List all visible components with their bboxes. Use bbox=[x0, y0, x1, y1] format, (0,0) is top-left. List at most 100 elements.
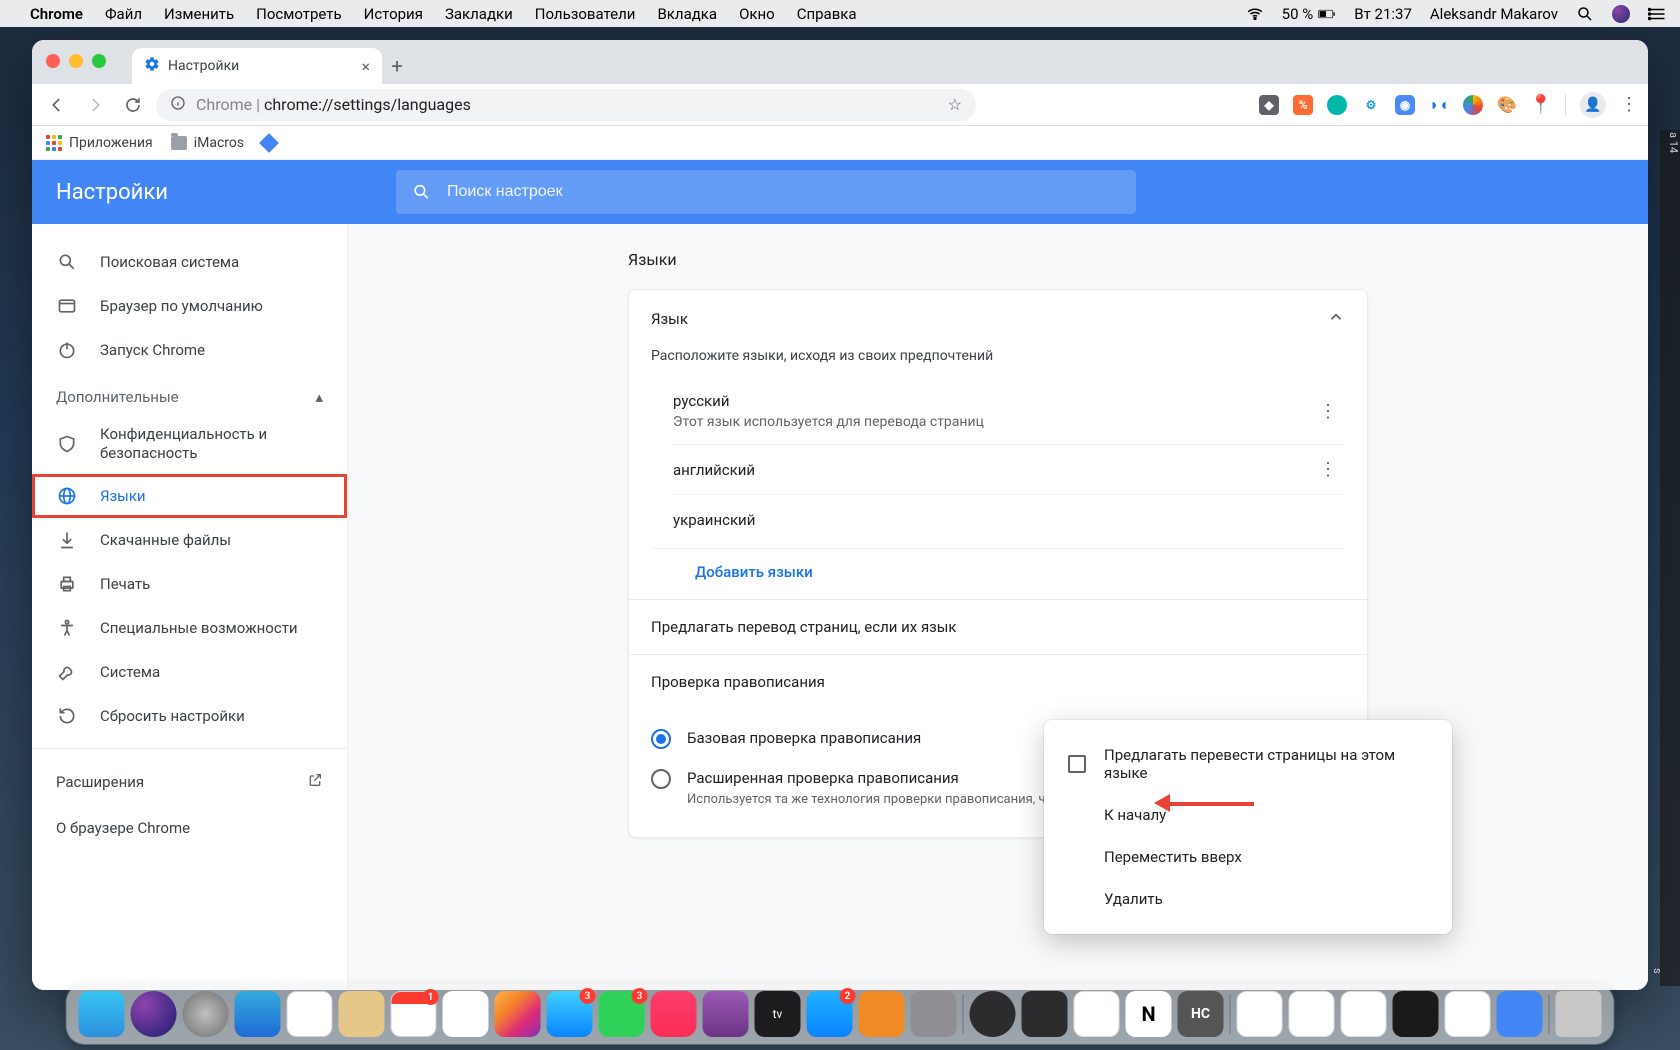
ext-orange-icon[interactable]: % bbox=[1293, 95, 1313, 115]
nav-printing[interactable]: Печать bbox=[32, 562, 347, 606]
nav-forward-button[interactable] bbox=[80, 90, 110, 120]
dock-minimized-4[interactable] bbox=[1393, 991, 1439, 1037]
add-language-button[interactable]: Добавить языки bbox=[651, 548, 1345, 599]
popup-move-up[interactable]: Переместить вверх bbox=[1044, 836, 1452, 878]
menubar-file[interactable]: Файл bbox=[105, 5, 142, 23]
dock-notion[interactable]: N bbox=[1126, 991, 1172, 1037]
nav-extensions[interactable]: Расширения bbox=[32, 759, 347, 805]
lang-name: украинский bbox=[673, 511, 755, 529]
nav-privacy[interactable]: Конфиденциальность и безопасность bbox=[32, 414, 347, 474]
spotlight-icon[interactable] bbox=[1576, 5, 1594, 23]
dock-hc[interactable]: HC bbox=[1178, 991, 1224, 1037]
translate-toggle-row[interactable]: Предлагать перевод страниц, если их язык bbox=[629, 599, 1367, 654]
bookmark-star-icon[interactable]: ☆ bbox=[948, 95, 962, 114]
radio-checked-icon[interactable] bbox=[651, 729, 671, 749]
dock-safari[interactable] bbox=[235, 991, 281, 1037]
menubar-tab[interactable]: Вкладка bbox=[657, 5, 717, 23]
ext-gear-icon[interactable]: ⚙ bbox=[1361, 95, 1381, 115]
apps-shortcut[interactable]: Приложения bbox=[46, 135, 153, 151]
wifi-icon[interactable] bbox=[1246, 5, 1264, 23]
nav-search-engine[interactable]: Поисковая система bbox=[32, 240, 347, 284]
radio-unchecked-icon[interactable] bbox=[651, 769, 671, 789]
site-info-icon[interactable] bbox=[170, 95, 186, 115]
dock-tv[interactable]: tv bbox=[755, 991, 801, 1037]
chrome-menu-button[interactable]: ⋮ bbox=[1620, 94, 1638, 115]
window-maximize-button[interactable] bbox=[92, 54, 106, 68]
ext-blue-icon[interactable]: ◉ bbox=[1395, 95, 1415, 115]
ext-bracket-icon[interactable]: ◗◖ bbox=[1429, 95, 1449, 115]
menubar-edit[interactable]: Изменить bbox=[164, 5, 234, 23]
dock-minimized-2[interactable] bbox=[1289, 991, 1335, 1037]
ext-pin-icon[interactable]: 📍 bbox=[1531, 95, 1551, 115]
language-more-button[interactable]: ⋮ bbox=[1311, 459, 1345, 480]
annotation-arrow bbox=[1154, 794, 1254, 812]
tab-close-button[interactable]: × bbox=[361, 57, 370, 76]
dock-minimized-5[interactable] bbox=[1445, 991, 1491, 1037]
menubar-help[interactable]: Справка bbox=[797, 5, 857, 23]
dock-chrome[interactable] bbox=[1074, 991, 1120, 1037]
nav-on-startup[interactable]: Запуск Chrome bbox=[32, 328, 347, 372]
language-more-button[interactable]: ⋮ bbox=[1311, 401, 1345, 422]
active-tab[interactable]: Настройки × bbox=[132, 48, 382, 84]
dock-minimized-6[interactable] bbox=[1497, 991, 1543, 1037]
menubar-users[interactable]: Пользователи bbox=[535, 5, 636, 23]
menubar-app[interactable]: Chrome bbox=[30, 5, 83, 23]
ext-teal-icon[interactable] bbox=[1327, 95, 1347, 115]
dock-books[interactable] bbox=[859, 991, 905, 1037]
menubar-bookmarks[interactable]: Закладки bbox=[445, 5, 513, 23]
ext-colorwheel-icon[interactable] bbox=[1463, 95, 1483, 115]
nav-about[interactable]: О браузере Chrome bbox=[32, 805, 347, 851]
dock-settings[interactable] bbox=[911, 991, 957, 1037]
nav-back-button[interactable] bbox=[42, 90, 72, 120]
dock-calendar[interactable]: 1 bbox=[391, 991, 437, 1037]
bookmark-imacros[interactable]: iMacros bbox=[171, 135, 244, 151]
nav-reset[interactable]: Сбросить настройки bbox=[32, 694, 347, 738]
dock-textedit[interactable] bbox=[287, 991, 333, 1037]
dock-mail[interactable]: 3 bbox=[547, 991, 593, 1037]
battery-status[interactable]: 50 % bbox=[1282, 5, 1337, 23]
nav-default-browser[interactable]: Браузер по умолчанию bbox=[32, 284, 347, 328]
dock-reminders[interactable] bbox=[443, 991, 489, 1037]
omnibox[interactable]: Chrome | chrome://settings/languages ☆ bbox=[156, 89, 976, 121]
bookmark-diamond[interactable] bbox=[262, 136, 276, 150]
nav-accessibility[interactable]: Специальные возможности bbox=[32, 606, 347, 650]
new-tab-button[interactable]: + bbox=[382, 54, 412, 84]
nav-downloads[interactable]: Скачанные файлы bbox=[32, 518, 347, 562]
popup-offer-translate[interactable]: Предлагать перевести страницы на этом яз… bbox=[1044, 734, 1452, 794]
dock-music[interactable] bbox=[651, 991, 697, 1037]
dock-minimized-1[interactable] bbox=[1237, 991, 1283, 1037]
nav-languages[interactable]: Языки bbox=[32, 474, 347, 518]
dock-finder[interactable] bbox=[79, 991, 125, 1037]
ext-stack-icon[interactable]: ◆ bbox=[1259, 95, 1279, 115]
dock-appstore[interactable]: 2 bbox=[807, 991, 853, 1037]
window-minimize-button[interactable] bbox=[69, 54, 83, 68]
language-card-header[interactable]: Язык bbox=[629, 290, 1367, 348]
menubar-window[interactable]: Окно bbox=[739, 5, 775, 23]
dock-contacts[interactable] bbox=[339, 991, 385, 1037]
notification-center-icon[interactable] bbox=[1648, 5, 1666, 23]
popup-remove[interactable]: Удалить bbox=[1044, 878, 1452, 920]
dock-podcasts[interactable] bbox=[703, 991, 749, 1037]
checkbox-unchecked-icon[interactable] bbox=[1068, 755, 1086, 773]
dock-minimized-3[interactable] bbox=[1341, 991, 1387, 1037]
settings-search[interactable] bbox=[396, 170, 1136, 214]
dock-siri[interactable] bbox=[131, 991, 177, 1037]
menubar-clock[interactable]: Вт 21:37 bbox=[1354, 5, 1412, 23]
nav-advanced-toggle[interactable]: Дополнительные ▴ bbox=[32, 372, 347, 414]
menubar-user[interactable]: Aleksandr Makarov bbox=[1430, 5, 1558, 23]
dock-app-dark[interactable] bbox=[1022, 991, 1068, 1037]
profile-avatar[interactable]: 👤 bbox=[1580, 92, 1606, 118]
menubar-history[interactable]: История bbox=[364, 5, 423, 23]
dock-launchpad[interactable] bbox=[183, 991, 229, 1037]
ext-palette-icon[interactable]: 🎨 bbox=[1497, 95, 1517, 115]
dock-terminal[interactable] bbox=[970, 991, 1016, 1037]
dock-messages[interactable]: 3 bbox=[599, 991, 645, 1037]
menubar-view[interactable]: Посмотреть bbox=[256, 5, 342, 23]
window-close-button[interactable] bbox=[46, 54, 60, 68]
reload-button[interactable] bbox=[118, 90, 148, 120]
dock-trash[interactable] bbox=[1556, 991, 1602, 1037]
settings-search-input[interactable] bbox=[447, 183, 1120, 201]
dock-photos[interactable] bbox=[495, 991, 541, 1037]
siri-icon[interactable] bbox=[1612, 5, 1630, 23]
nav-system[interactable]: Система bbox=[32, 650, 347, 694]
